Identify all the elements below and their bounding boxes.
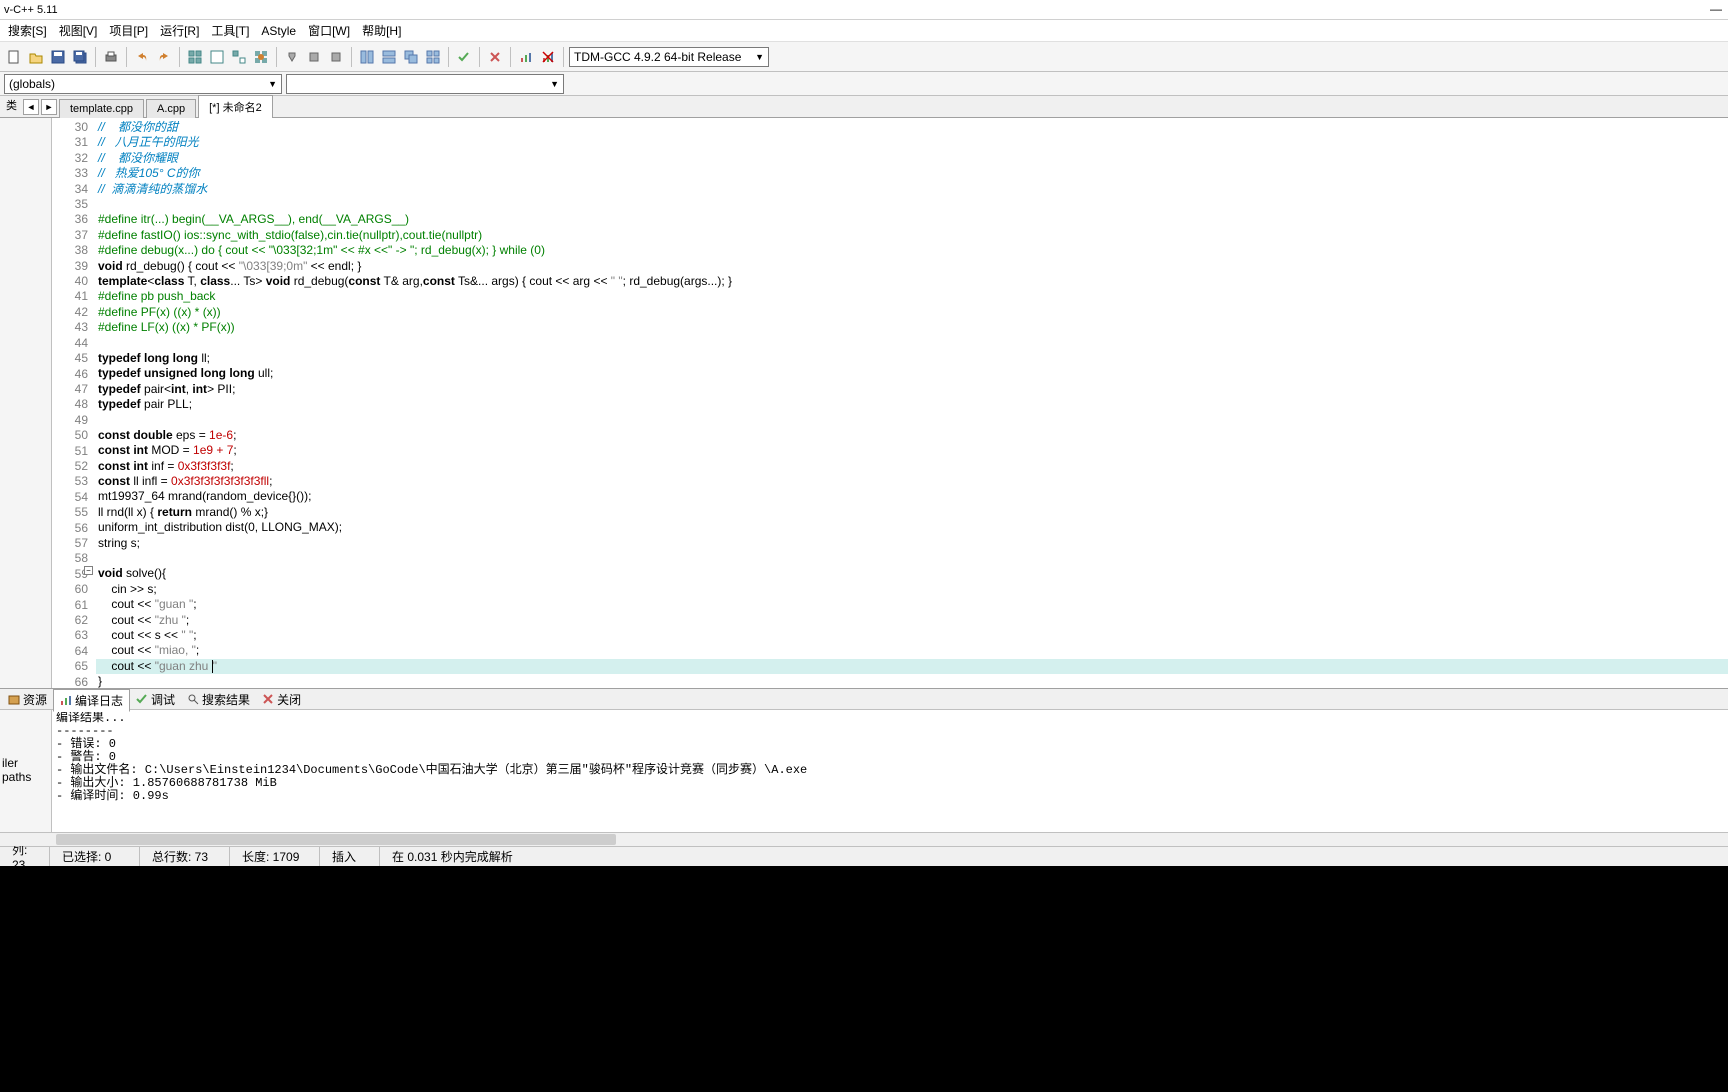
minimize-icon[interactable]: — bbox=[1710, 2, 1722, 16]
compile-run-button[interactable] bbox=[229, 47, 249, 67]
menu-view[interactable]: 视图[V] bbox=[53, 20, 104, 41]
print-button[interactable] bbox=[101, 47, 121, 67]
undo-button[interactable] bbox=[132, 47, 152, 67]
scope-combo-value: (globals) bbox=[9, 77, 55, 91]
status-lines: 总行数: 73 bbox=[140, 847, 230, 866]
tile-h-button[interactable] bbox=[357, 47, 377, 67]
scroll-thumb[interactable] bbox=[56, 834, 616, 845]
toolbar: TDM-GCC 4.9.2 64-bit Release ▼ bbox=[0, 42, 1728, 72]
save-button[interactable] bbox=[48, 47, 68, 67]
left-panel bbox=[0, 118, 52, 688]
redo-button[interactable] bbox=[154, 47, 174, 67]
chevron-down-icon: ▼ bbox=[550, 79, 559, 89]
chart-icon bbox=[60, 694, 72, 706]
black-area bbox=[0, 866, 1728, 1092]
file-tab-template[interactable]: template.cpp bbox=[59, 99, 144, 118]
scope-combo[interactable]: (globals) ▼ bbox=[4, 74, 282, 94]
rebuild-button[interactable] bbox=[251, 47, 271, 67]
compiler-select[interactable]: TDM-GCC 4.9.2 64-bit Release ▼ bbox=[569, 47, 769, 67]
run-button[interactable] bbox=[207, 47, 227, 67]
menu-project[interactable]: 项目[P] bbox=[103, 20, 154, 41]
member-combo[interactable]: ▼ bbox=[286, 74, 564, 94]
editor: 3031323334353637383940414243444546474849… bbox=[0, 118, 1728, 688]
box-icon bbox=[8, 693, 20, 705]
compile-button[interactable] bbox=[185, 47, 205, 67]
window-title: v-C++ 5.11 bbox=[4, 4, 58, 16]
status-col: 列: 23 bbox=[0, 847, 50, 866]
scope-bar: (globals) ▼ ▼ bbox=[0, 72, 1728, 96]
chart-button[interactable] bbox=[516, 47, 536, 67]
tab-search-results[interactable]: 搜索结果 bbox=[181, 689, 256, 710]
tab-close[interactable]: 关闭 bbox=[256, 689, 307, 710]
debug-button[interactable] bbox=[282, 47, 302, 67]
menu-astyle[interactable]: AStyle bbox=[255, 22, 302, 40]
status-length: 长度: 1709 bbox=[230, 847, 320, 866]
tab-prev-button[interactable]: ◄ bbox=[23, 99, 39, 115]
cascade-button[interactable] bbox=[401, 47, 421, 67]
file-tab-strip: 类 ◄ ► template.cpp A.cpp [*] 未命名2 bbox=[0, 96, 1728, 118]
delete-button[interactable] bbox=[538, 47, 558, 67]
chevron-down-icon: ▼ bbox=[268, 79, 277, 89]
line-gutter: 3031323334353637383940414243444546474849… bbox=[52, 118, 96, 688]
menu-tools[interactable]: 工具[T] bbox=[205, 20, 255, 41]
menu-window[interactable]: 窗口[W] bbox=[302, 20, 356, 41]
status-parse: 在 0.031 秒内完成解析 bbox=[380, 847, 1728, 866]
search-icon bbox=[187, 693, 199, 705]
status-selected: 已选择: 0 bbox=[50, 847, 140, 866]
close-icon bbox=[262, 693, 274, 705]
menu-bar: 搜索[S] 视图[V] 项目[P] 运行[R] 工具[T] AStyle 窗口[… bbox=[0, 20, 1728, 42]
fold-icon[interactable]: − bbox=[84, 566, 93, 575]
new-file-button[interactable] bbox=[4, 47, 24, 67]
tab-debug[interactable]: 调试 bbox=[130, 689, 181, 710]
output-scrollbar[interactable]: ◄ bbox=[0, 832, 1728, 846]
grid-button[interactable] bbox=[423, 47, 443, 67]
class-view-label[interactable]: 类 bbox=[2, 95, 21, 115]
save-all-button[interactable] bbox=[70, 47, 90, 67]
status-bar: 列: 23 已选择: 0 总行数: 73 长度: 1709 插入 在 0.031… bbox=[0, 846, 1728, 866]
clear-button[interactable] bbox=[485, 47, 505, 67]
output-panel: iler paths 编译结果... -------- - 错误: 0 - 警告… bbox=[0, 710, 1728, 832]
stop-button[interactable] bbox=[304, 47, 324, 67]
menu-run[interactable]: 运行[R] bbox=[154, 20, 205, 41]
output-text[interactable]: 编译结果... -------- - 错误: 0 - 警告: 0 - 输出文件名… bbox=[52, 710, 1728, 832]
tab-next-button[interactable]: ► bbox=[41, 99, 57, 115]
output-tab-strip: 资源 编译日志 调试 搜索结果 关闭 bbox=[0, 688, 1728, 710]
file-tab-unnamed[interactable]: [*] 未命名2 bbox=[198, 95, 273, 118]
menu-search[interactable]: 搜索[S] bbox=[2, 20, 53, 41]
tab-compile-log[interactable]: 编译日志 bbox=[53, 689, 130, 712]
open-button[interactable] bbox=[26, 47, 46, 67]
status-mode: 插入 bbox=[320, 847, 380, 866]
tile-v-button[interactable] bbox=[379, 47, 399, 67]
check-icon bbox=[136, 693, 148, 705]
output-left-panel: iler paths bbox=[0, 710, 52, 832]
code-area[interactable]: // 都没你的甜// 八月正午的阳光// 都没你耀眼// 热爱105° C的你/… bbox=[96, 118, 1728, 688]
chevron-down-icon: ▼ bbox=[755, 52, 764, 62]
tab-resources[interactable]: 资源 bbox=[2, 689, 53, 710]
menu-help[interactable]: 帮助[H] bbox=[356, 20, 407, 41]
check-button[interactable] bbox=[454, 47, 474, 67]
file-tab-a[interactable]: A.cpp bbox=[146, 99, 196, 118]
title-bar: v-C++ 5.11 — bbox=[0, 0, 1728, 20]
profile-button[interactable] bbox=[326, 47, 346, 67]
compiler-select-value: TDM-GCC 4.9.2 64-bit Release bbox=[574, 50, 741, 64]
